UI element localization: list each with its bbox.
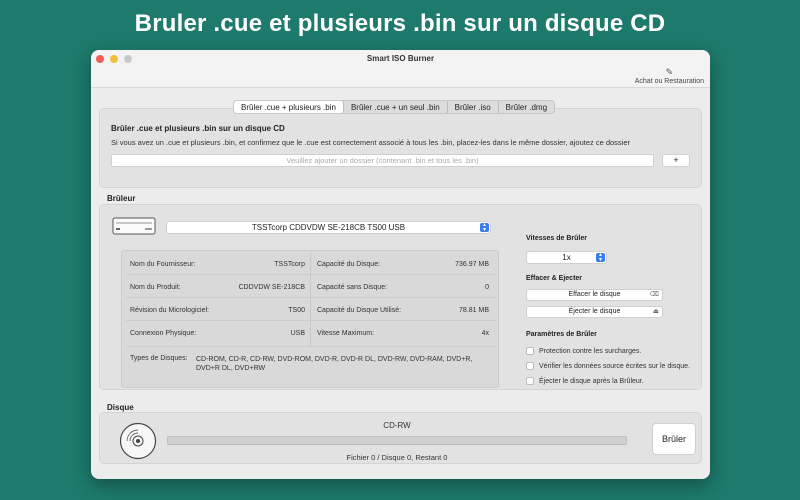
info-label: Nom du Produit: bbox=[130, 284, 181, 291]
window-title: Smart ISO Burner bbox=[366, 54, 435, 63]
info-value: 4x bbox=[481, 330, 489, 337]
info-product: Nom du Produit: CDDVDW SE-218CB bbox=[130, 284, 305, 291]
cd-disc-icon bbox=[119, 422, 157, 460]
disk-panel: CD-RW Fichier 0 / Disque 0, Restant 0 Br… bbox=[99, 412, 702, 464]
restore-button[interactable]: ✎ Achat ou Restauration bbox=[635, 67, 704, 85]
info-value: 0 bbox=[485, 284, 489, 291]
chevron-updown-icon: ▲ ▼ bbox=[480, 223, 489, 232]
burn-progress-bar bbox=[167, 436, 627, 445]
row-divider bbox=[126, 320, 496, 321]
erase-disc-button[interactable]: Effacer le disque ⌫ bbox=[526, 289, 663, 301]
info-label: Capacité du Disque: bbox=[317, 261, 381, 268]
row-divider bbox=[126, 346, 496, 347]
chevron-updown-icon: ▲ ▼ bbox=[596, 253, 605, 262]
speed-label: Vitesses de Brûler bbox=[526, 235, 587, 242]
eject-disc-label: Éjecter le disque bbox=[568, 308, 621, 315]
speed-select[interactable]: 1x ▲ ▼ bbox=[526, 251, 607, 264]
folder-input[interactable]: Veuillez ajouter un dossier (contenant .… bbox=[111, 154, 654, 167]
tab-cue-multi-bin[interactable]: Brûler .cue + plusieurs .bin bbox=[234, 101, 344, 113]
erase-disc-label: Effacer le disque bbox=[568, 291, 621, 298]
eraser-icon: ⌫ bbox=[649, 291, 659, 298]
info-vendor: Nom du Fournisseur: TSSTcorp bbox=[130, 261, 305, 268]
erase-eject-label: Effacer & Ejecter bbox=[526, 275, 583, 282]
tab-dmg[interactable]: Brûler .dmg bbox=[499, 101, 554, 113]
info-label: Révision du Micrologiciel: bbox=[130, 307, 209, 314]
info-label: Vitesse Maximum: bbox=[317, 330, 375, 337]
drive-info-box: Nom du Fournisseur: TSSTcorp Capacité du… bbox=[121, 250, 499, 388]
pen-icon: ✎ bbox=[665, 67, 674, 77]
info-max-speed: Vitesse Maximum: 4x bbox=[317, 330, 489, 337]
info-disk-capacity: Capacité du Disque: 736.97 MB bbox=[317, 261, 489, 268]
checkbox[interactable] bbox=[526, 377, 534, 385]
checkbox[interactable] bbox=[526, 347, 534, 355]
tab-iso[interactable]: Brûler .iso bbox=[448, 101, 499, 113]
info-used-capacity: Capacité du Disque Utilisé: 78.81 MB bbox=[317, 307, 489, 314]
drive-select-value: TSSTcorp CDDVDW SE-218CB TS00 USB bbox=[251, 223, 406, 232]
burn-status: Fichier 0 / Disque 0, Restant 0 bbox=[346, 453, 448, 462]
add-folder-button[interactable]: + bbox=[662, 154, 690, 167]
source-description: Si vous avez un .cue et plusieurs .bin, … bbox=[111, 138, 631, 147]
drive-select[interactable]: TSSTcorp CDDVDW SE-218CB TS00 USB ▲ ▼ bbox=[166, 221, 491, 234]
speed-select-value: 1x bbox=[562, 253, 571, 262]
row-divider bbox=[126, 274, 496, 275]
info-capacity-no-disk: Capacité sans Disque: 0 bbox=[317, 284, 489, 291]
info-value: USB bbox=[290, 330, 305, 337]
media-type: CD-RW bbox=[383, 421, 411, 430]
info-value: 736.97 MB bbox=[455, 261, 489, 268]
params-label: Paramètres de Brûler bbox=[526, 331, 597, 338]
burner-section-label: Brûleur bbox=[107, 194, 136, 203]
row-divider bbox=[126, 297, 496, 298]
title-bar: Smart ISO Burner ✎ Achat ou Restauration bbox=[91, 50, 710, 88]
option-label: Éjecter le disque après la Brûleur. bbox=[539, 377, 644, 385]
option-eject-after[interactable]: Éjecter le disque après la Brûleur. bbox=[526, 377, 644, 385]
disk-section-label: Disque bbox=[107, 403, 134, 412]
info-label: Nom du Fournisseur: bbox=[130, 261, 196, 268]
info-label: Capacité sans Disque: bbox=[317, 284, 388, 291]
eject-disc-button[interactable]: Éjecter le disque ⏏ bbox=[526, 306, 663, 318]
info-connection: Connexion Physique: USB bbox=[130, 330, 305, 337]
disc-types-value: CD-ROM, CD-R, CD-RW, DVD-ROM, DVD-R, DVD… bbox=[196, 356, 473, 372]
optical-drive-icon bbox=[112, 217, 156, 235]
info-value: CDDVDW SE-218CB bbox=[238, 284, 305, 291]
info-label: Capacité du Disque Utilisé: bbox=[317, 307, 402, 314]
checkbox[interactable] bbox=[526, 362, 534, 370]
option-label: Vérifier les données source écrites sur … bbox=[539, 362, 690, 370]
eject-icon: ⏏ bbox=[652, 308, 659, 315]
source-panel: Brûler .cue et plusieurs .bin sur un dis… bbox=[99, 108, 702, 188]
burner-panel: TSSTcorp CDDVDW SE-218CB TS00 USB ▲ ▼ Nom… bbox=[99, 204, 702, 390]
option-verify-data[interactable]: Vérifier les données source écrites sur … bbox=[526, 362, 690, 370]
info-firmware: Révision du Micrologiciel: TS00 bbox=[130, 307, 305, 314]
option-label: Protection contre les surcharges. bbox=[539, 347, 642, 355]
restore-label: Achat ou Restauration bbox=[634, 78, 704, 85]
info-value: TSSTcorp bbox=[274, 261, 305, 268]
disc-types: Types de Disques: CD-ROM, CD-R, CD-RW, D… bbox=[130, 355, 481, 373]
tab-cue-single-bin[interactable]: Brûler .cue + un seul .bin bbox=[344, 101, 448, 113]
info-label: Connexion Physique: bbox=[130, 330, 197, 337]
info-value: TS00 bbox=[288, 307, 305, 314]
app-window: Smart ISO Burner ✎ Achat ou Restauration… bbox=[91, 50, 710, 479]
burn-settings: Vitesses de Brûler 1x ▲ ▼ Effacer & Eject… bbox=[510, 205, 700, 389]
source-heading: Brûler .cue et plusieurs .bin sur un dis… bbox=[111, 124, 285, 133]
mode-tabs: Brûler .cue + plusieurs .bin Brûler .cue… bbox=[233, 100, 556, 114]
banner-title: Bruler .cue et plusieurs .bin sur un dis… bbox=[134, 10, 666, 37]
burn-button[interactable]: Brûler bbox=[652, 423, 696, 455]
disc-types-label: Types de Disques: bbox=[130, 355, 188, 362]
option-overrun-protection[interactable]: Protection contre les surcharges. bbox=[526, 347, 641, 355]
info-divider bbox=[310, 253, 311, 347]
info-value: 78.81 MB bbox=[459, 307, 489, 314]
